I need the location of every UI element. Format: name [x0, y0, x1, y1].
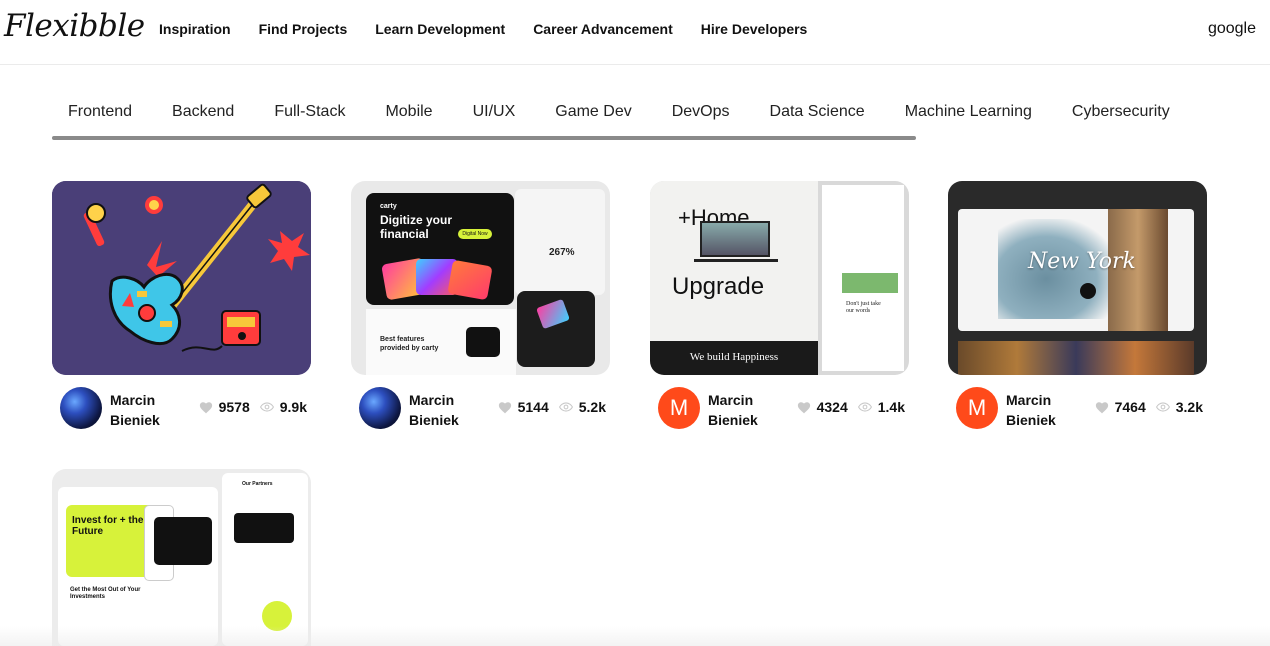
invest-sub: Get the Most Out of Your Investments	[70, 587, 141, 600]
project-card[interactable]: Marcin Bieniek 9578 9.9k	[52, 181, 311, 429]
category-full-stack[interactable]: Full-Stack	[274, 103, 345, 121]
home-headline-2: Upgrade	[672, 273, 765, 300]
category-data-science[interactable]: Data Science	[770, 103, 865, 121]
invest-main-page: Invest for + the Future Get the Most Out…	[58, 487, 218, 646]
project-card[interactable]: +Home Upgrade We build Happiness Don't j…	[650, 181, 909, 429]
home-tagline: We build Happiness	[689, 351, 779, 363]
heart-icon[interactable]	[1095, 401, 1109, 414]
heart-icon[interactable]	[797, 401, 811, 414]
nav-link-career-advancement[interactable]: Career Advancement	[533, 21, 673, 37]
carty-side-panel: 267%	[515, 189, 605, 295]
category-game-dev[interactable]: Game Dev	[555, 103, 631, 121]
likes-count: 4324	[816, 399, 848, 415]
project-card[interactable]: Invest for + the Future Get the Most Out…	[52, 469, 311, 646]
logo[interactable]: Flexibble	[4, 8, 145, 44]
views-count: 1.4k	[877, 399, 905, 415]
nav-link-learn-development[interactable]: Learn Development	[375, 21, 505, 37]
project-meta: Marcin Bieniek 5144 5.2k	[359, 387, 610, 429]
category-frontend[interactable]: Frontend	[68, 103, 132, 121]
invest-headline: Invest for + the Future	[72, 515, 144, 537]
project-thumbnail[interactable]: +Home Upgrade We build Happiness Don't j…	[650, 181, 909, 375]
guitar-illustration	[52, 181, 311, 375]
avatar[interactable]	[359, 387, 401, 429]
nav-link-find-projects[interactable]: Find Projects	[259, 21, 348, 37]
project-card[interactable]: New York M Marcin Bieniek 7464 3.2k	[948, 181, 1207, 429]
scroll-shadow	[0, 626, 1270, 646]
nav-link-inspiration[interactable]: Inspiration	[159, 21, 231, 37]
play-icon[interactable]	[1080, 283, 1096, 299]
category-filter: Frontend Backend Full-Stack Mobile UI/UX…	[52, 90, 1207, 142]
home-main-page: +Home Upgrade We build Happiness	[650, 181, 818, 375]
project-meta: M Marcin Bieniek 7464 3.2k	[956, 387, 1207, 429]
project-thumbnail[interactable]: New York	[948, 181, 1207, 375]
carty-brand: carty	[380, 203, 397, 210]
avatar[interactable]	[60, 387, 102, 429]
eye-icon	[1156, 402, 1170, 412]
project-thumbnail[interactable]: Invest for + the Future Get the Most Out…	[52, 469, 311, 646]
avatar[interactable]: M	[658, 387, 700, 429]
user-menu[interactable]: google	[1208, 20, 1256, 38]
eye-icon	[559, 402, 573, 412]
carty-hand-card	[517, 291, 595, 367]
author-name[interactable]: Marcin Bieniek	[110, 390, 180, 430]
likes-count: 7464	[1114, 399, 1146, 415]
project-stats: 5144 5.2k	[498, 399, 606, 415]
top-navbar: Flexibble Inspiration Find Projects Lear…	[0, 0, 1270, 65]
avatar[interactable]: M	[956, 387, 998, 429]
heart-icon[interactable]	[199, 401, 213, 414]
project-stats: 7464 3.2k	[1095, 399, 1203, 415]
nav-links: Inspiration Find Projects Learn Developm…	[159, 21, 807, 37]
carty-stat: 267%	[549, 247, 575, 258]
carty-headline: Digitize your financial	[380, 213, 453, 241]
views-count: 3.2k	[1175, 399, 1203, 415]
likes-count: 9578	[218, 399, 250, 415]
project-meta: Marcin Bieniek 9578 9.9k	[60, 387, 311, 429]
eye-icon	[858, 402, 872, 412]
invest-side-page: Our Partners	[222, 473, 308, 646]
category-machine-learning[interactable]: Machine Learning	[905, 103, 1032, 121]
carty-cta: Digital Now	[458, 229, 492, 239]
category-ui-ux[interactable]: UI/UX	[473, 103, 516, 121]
author-name[interactable]: Marcin Bieniek	[1006, 390, 1076, 430]
views-count: 9.9k	[279, 399, 307, 415]
carty-hero: carty Digitize your financial Digital No…	[366, 193, 514, 305]
newyork-hero: New York	[958, 209, 1194, 331]
author-name[interactable]: Marcin Bieniek	[409, 390, 479, 430]
eye-icon	[260, 402, 274, 412]
heart-icon[interactable]	[498, 401, 512, 414]
project-meta: M Marcin Bieniek 4324 1.4k	[658, 387, 909, 429]
project-stats: 9578 9.9k	[199, 399, 307, 415]
carty-features-text: Best features provided by carty	[380, 336, 439, 352]
nav-link-hire-developers[interactable]: Hire Developers	[701, 21, 808, 37]
home-side-page: Don't just take our words	[822, 185, 904, 371]
project-thumbnail[interactable]: carty Digitize your financial Digital No…	[351, 181, 610, 375]
project-stats: 4324 1.4k	[797, 399, 905, 415]
carty-features: Best features provided by carty	[366, 309, 516, 375]
likes-count: 5144	[517, 399, 549, 415]
invest-partners: Our Partners	[242, 481, 273, 487]
category-backend[interactable]: Backend	[172, 103, 234, 121]
author-name[interactable]: Marcin Bieniek	[708, 390, 778, 430]
views-count: 5.2k	[578, 399, 606, 415]
newyork-title: New York	[1028, 249, 1136, 274]
project-card[interactable]: carty Digitize your financial Digital No…	[351, 181, 610, 429]
project-thumbnail[interactable]	[52, 181, 311, 375]
category-mobile[interactable]: Mobile	[385, 103, 432, 121]
category-devops[interactable]: DevOps	[672, 103, 730, 121]
category-scrollbar[interactable]	[52, 136, 916, 140]
home-side-text: Don't just take our words	[846, 301, 881, 314]
category-cybersecurity[interactable]: Cybersecurity	[1072, 103, 1170, 121]
